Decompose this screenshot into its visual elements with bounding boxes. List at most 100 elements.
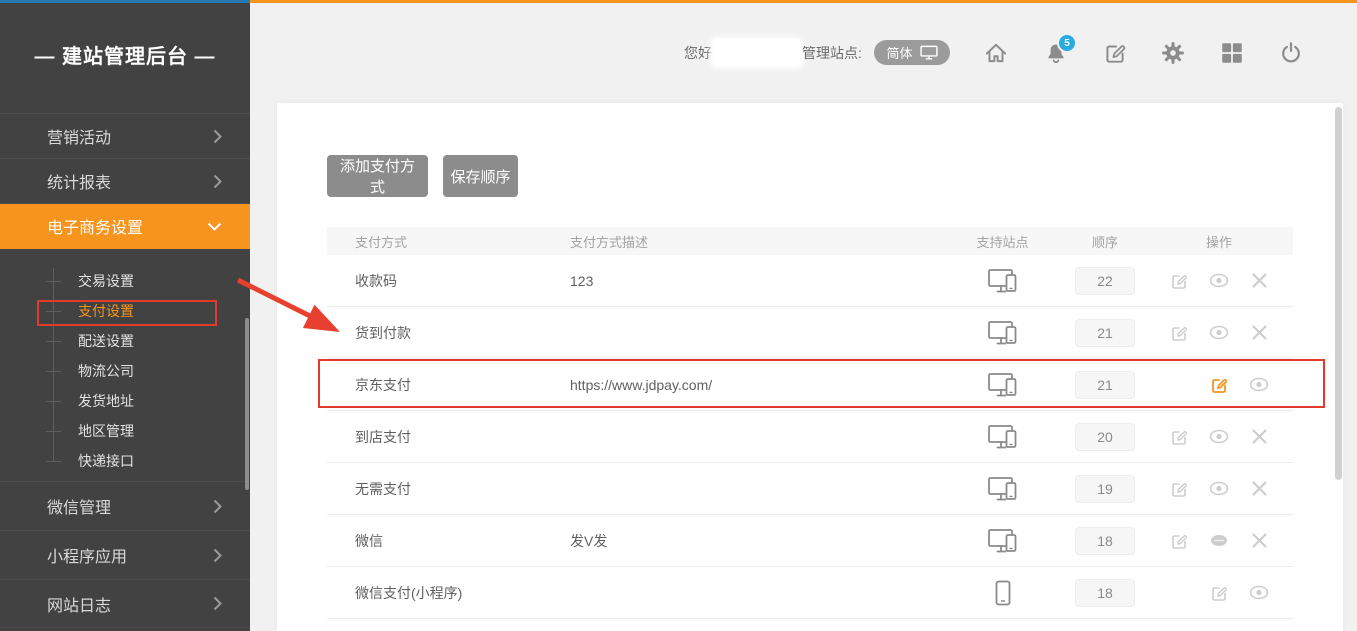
sidebar-item-reports[interactable]: 统计报表 — [0, 159, 250, 204]
device-cell — [940, 320, 1065, 346]
device-cell — [940, 476, 1065, 502]
settings-gear-icon[interactable] — [1159, 39, 1187, 67]
table-row: 收款码 123 22 — [327, 255, 1293, 307]
monitor-icon — [920, 45, 938, 60]
eye-icon[interactable] — [1199, 271, 1239, 291]
content-card: 添加支付方式 保存顺序 支付方式 支付方式描述 支持站点 顺序 操作 收款码 1… — [277, 103, 1343, 631]
edit-icon[interactable] — [1159, 323, 1199, 343]
table-row: 货到付款 21 — [327, 307, 1293, 359]
ops-cell — [1145, 583, 1293, 603]
notifications-bell-icon[interactable]: 5 — [1042, 39, 1070, 67]
sidebar-item-sitelog[interactable]: 网站日志 — [0, 579, 250, 628]
close-icon[interactable] — [1239, 427, 1279, 447]
sidebar-item-label: 小程序应用 — [47, 543, 127, 567]
order-input[interactable]: 18 — [1075, 527, 1135, 555]
eye-icon[interactable] — [1239, 375, 1279, 395]
desktop-mobile-icon — [988, 268, 1018, 294]
col-description: 支付方式描述 — [570, 232, 940, 251]
close-icon[interactable] — [1239, 479, 1279, 499]
table-header: 支付方式 支付方式描述 支持站点 顺序 操作 — [327, 227, 1293, 255]
desktop-mobile-icon — [988, 528, 1018, 554]
edit-icon[interactable] — [1199, 583, 1239, 603]
sidebar-item-ecommerce[interactable]: 电子商务设置 — [0, 204, 250, 249]
col-sites: 支持站点 — [940, 232, 1065, 251]
desktop-mobile-icon — [988, 372, 1018, 398]
edit-icon[interactable] — [1199, 375, 1239, 395]
order-input[interactable]: 21 — [1075, 319, 1135, 347]
apps-grid-icon[interactable] — [1218, 39, 1246, 67]
payment-name: 京东支付 — [327, 375, 570, 395]
payment-name: 微信支付(小程序) — [327, 583, 570, 603]
order-input[interactable]: 21 — [1075, 371, 1135, 399]
close-icon[interactable] — [1239, 271, 1279, 291]
close-icon[interactable] — [1239, 531, 1279, 551]
language-switch-button[interactable]: 简体 — [874, 40, 950, 65]
mobile-icon — [995, 580, 1011, 606]
subitem-label: 交易设置 — [78, 273, 134, 289]
sidebar-subitem-delivery[interactable]: 配送设置 — [0, 326, 250, 356]
notification-badge: 5 — [1057, 33, 1077, 53]
app-title: — 建站管理后台 — — [0, 40, 250, 69]
sidebar-scrollbar[interactable] — [245, 318, 249, 490]
eye-icon[interactable] — [1199, 323, 1239, 343]
payment-name: 无需支付 — [327, 479, 570, 499]
eye-icon[interactable] — [1199, 427, 1239, 447]
sidebar-item-wechat[interactable]: 微信管理 — [0, 481, 250, 530]
ops-cell — [1145, 479, 1293, 499]
ops-cell — [1145, 427, 1293, 447]
table-row: 京东支付 https://www.jdpay.com/ 21 — [327, 359, 1293, 411]
content-scrollbar[interactable] — [1335, 107, 1342, 480]
eye-closed-icon[interactable] — [1199, 531, 1239, 551]
power-logout-icon[interactable] — [1277, 39, 1305, 67]
chevron-right-icon — [213, 174, 222, 189]
chevron-down-icon — [207, 222, 222, 231]
payment-desc: https://www.jdpay.com/ — [570, 377, 940, 393]
save-order-button[interactable]: 保存顺序 — [443, 155, 518, 197]
sidebar-subitem-ship-address[interactable]: 发货地址 — [0, 386, 250, 416]
device-cell — [940, 580, 1065, 606]
edit-icon[interactable] — [1159, 479, 1199, 499]
sidebar-item-label: 统计报表 — [47, 169, 111, 193]
payment-table: 支付方式 支付方式描述 支持站点 顺序 操作 收款码 123 22 货到付款 — [327, 227, 1293, 631]
op-empty — [1159, 375, 1199, 395]
eye-icon[interactable] — [1199, 479, 1239, 499]
subitem-label: 物流公司 — [78, 363, 134, 379]
subitem-label: 支付设置 — [78, 303, 134, 319]
device-cell — [940, 372, 1065, 398]
topbar-orange-strip — [250, 0, 1357, 3]
sidebar-item-label: 营销活动 — [47, 124, 111, 148]
edit-icon[interactable] — [1159, 271, 1199, 291]
eye-icon[interactable] — [1239, 583, 1279, 603]
device-cell — [940, 268, 1065, 294]
sidebar-item-miniprogram[interactable]: 小程序应用 — [0, 530, 250, 579]
close-icon[interactable] — [1239, 323, 1279, 343]
sidebar-item-label: 微信管理 — [47, 494, 111, 518]
sidebar-item-marketing[interactable]: 营销活动 — [0, 114, 250, 159]
home-icon[interactable] — [982, 39, 1010, 67]
edit-icon[interactable] — [1101, 39, 1129, 67]
order-input[interactable]: 20 — [1075, 423, 1135, 451]
order-input[interactable]: 22 — [1075, 267, 1135, 295]
sidebar-subitem-trade[interactable]: 交易设置 — [0, 266, 250, 296]
desktop-mobile-icon — [988, 476, 1018, 502]
edit-icon[interactable] — [1159, 531, 1199, 551]
sidebar: — 建站管理后台 — 营销活动 统计报表 电子商务设置 交易设置 支付设置 配送… — [0, 0, 250, 631]
payment-name: 到店支付 — [327, 427, 570, 447]
admin-page: — 建站管理后台 — 营销活动 统计报表 电子商务设置 交易设置 支付设置 配送… — [0, 0, 1357, 631]
edit-icon[interactable] — [1159, 427, 1199, 447]
col-order: 顺序 — [1065, 232, 1145, 251]
sidebar-subitem-payment[interactable]: 支付设置 — [0, 296, 250, 326]
chevron-right-icon — [213, 596, 222, 611]
order-input[interactable]: 18 — [1075, 579, 1135, 607]
sidebar-subitem-logistics[interactable]: 物流公司 — [0, 356, 250, 386]
op-empty — [1159, 583, 1199, 603]
table-row: 无需支付 19 — [327, 463, 1293, 515]
order-input[interactable]: 19 — [1075, 475, 1135, 503]
sidebar-subitem-region[interactable]: 地区管理 — [0, 416, 250, 446]
add-payment-button[interactable]: 添加支付方式 — [327, 155, 428, 197]
table-row: 微信 发V发 18 — [327, 515, 1293, 567]
device-cell — [940, 424, 1065, 450]
sidebar-item-label: 网站日志 — [47, 592, 111, 616]
subitem-label: 配送设置 — [78, 333, 134, 349]
sidebar-subitem-express[interactable]: 快递接口 — [0, 446, 250, 476]
